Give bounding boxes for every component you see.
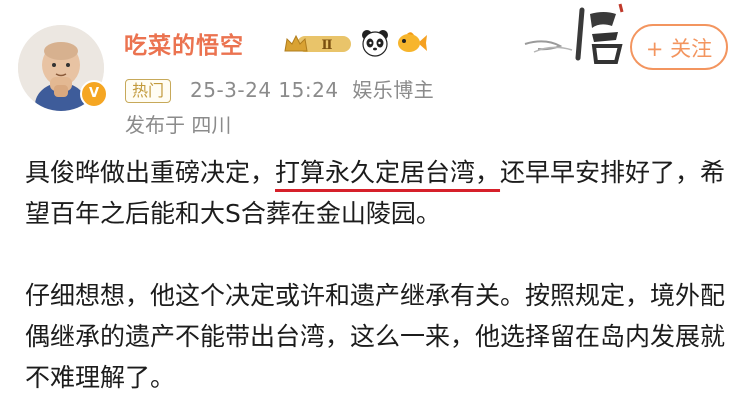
- post-paragraph-1: 具俊晔做出重磅决定，打算永久定居台湾，还早早安排好了，希望百年之后能和大S合葬在…: [25, 152, 730, 234]
- post-body: 具俊晔做出重磅决定，打算永久定居台湾，还早早安排好了，希望百年之后能和大S合葬在…: [25, 152, 730, 398]
- verified-badge-icon: V: [80, 80, 108, 108]
- goldfish-icon: [398, 32, 427, 52]
- post-time: 25-3-24 15:24: [190, 78, 339, 102]
- panda-icon: [362, 30, 388, 57]
- level-text: Ⅱ: [322, 38, 333, 53]
- username[interactable]: 吃菜的悟空: [124, 26, 244, 60]
- post-paragraph-2: 仔细想想，他这个决定或许和遗产继承有关。按照规定，境外配偶继承的遗产不能带出台湾…: [25, 281, 726, 392]
- highlighted-text: 打算永久定居台湾，: [275, 158, 501, 187]
- post-location: 发布于 四川: [125, 113, 232, 137]
- follow-button[interactable]: + 关注: [630, 24, 728, 70]
- post-text-lead: 具俊晔做出重磅决定，: [25, 158, 276, 187]
- crown-level-badge-icon[interactable]: Ⅱ: [283, 33, 353, 55]
- wukong-calligraphy-logo: [524, 3, 624, 64]
- author-category: 娱乐博主: [352, 78, 435, 102]
- post-meta: 25-3-24 15:24 娱乐博主: [190, 74, 434, 103]
- hot-tag[interactable]: 热门: [125, 79, 172, 103]
